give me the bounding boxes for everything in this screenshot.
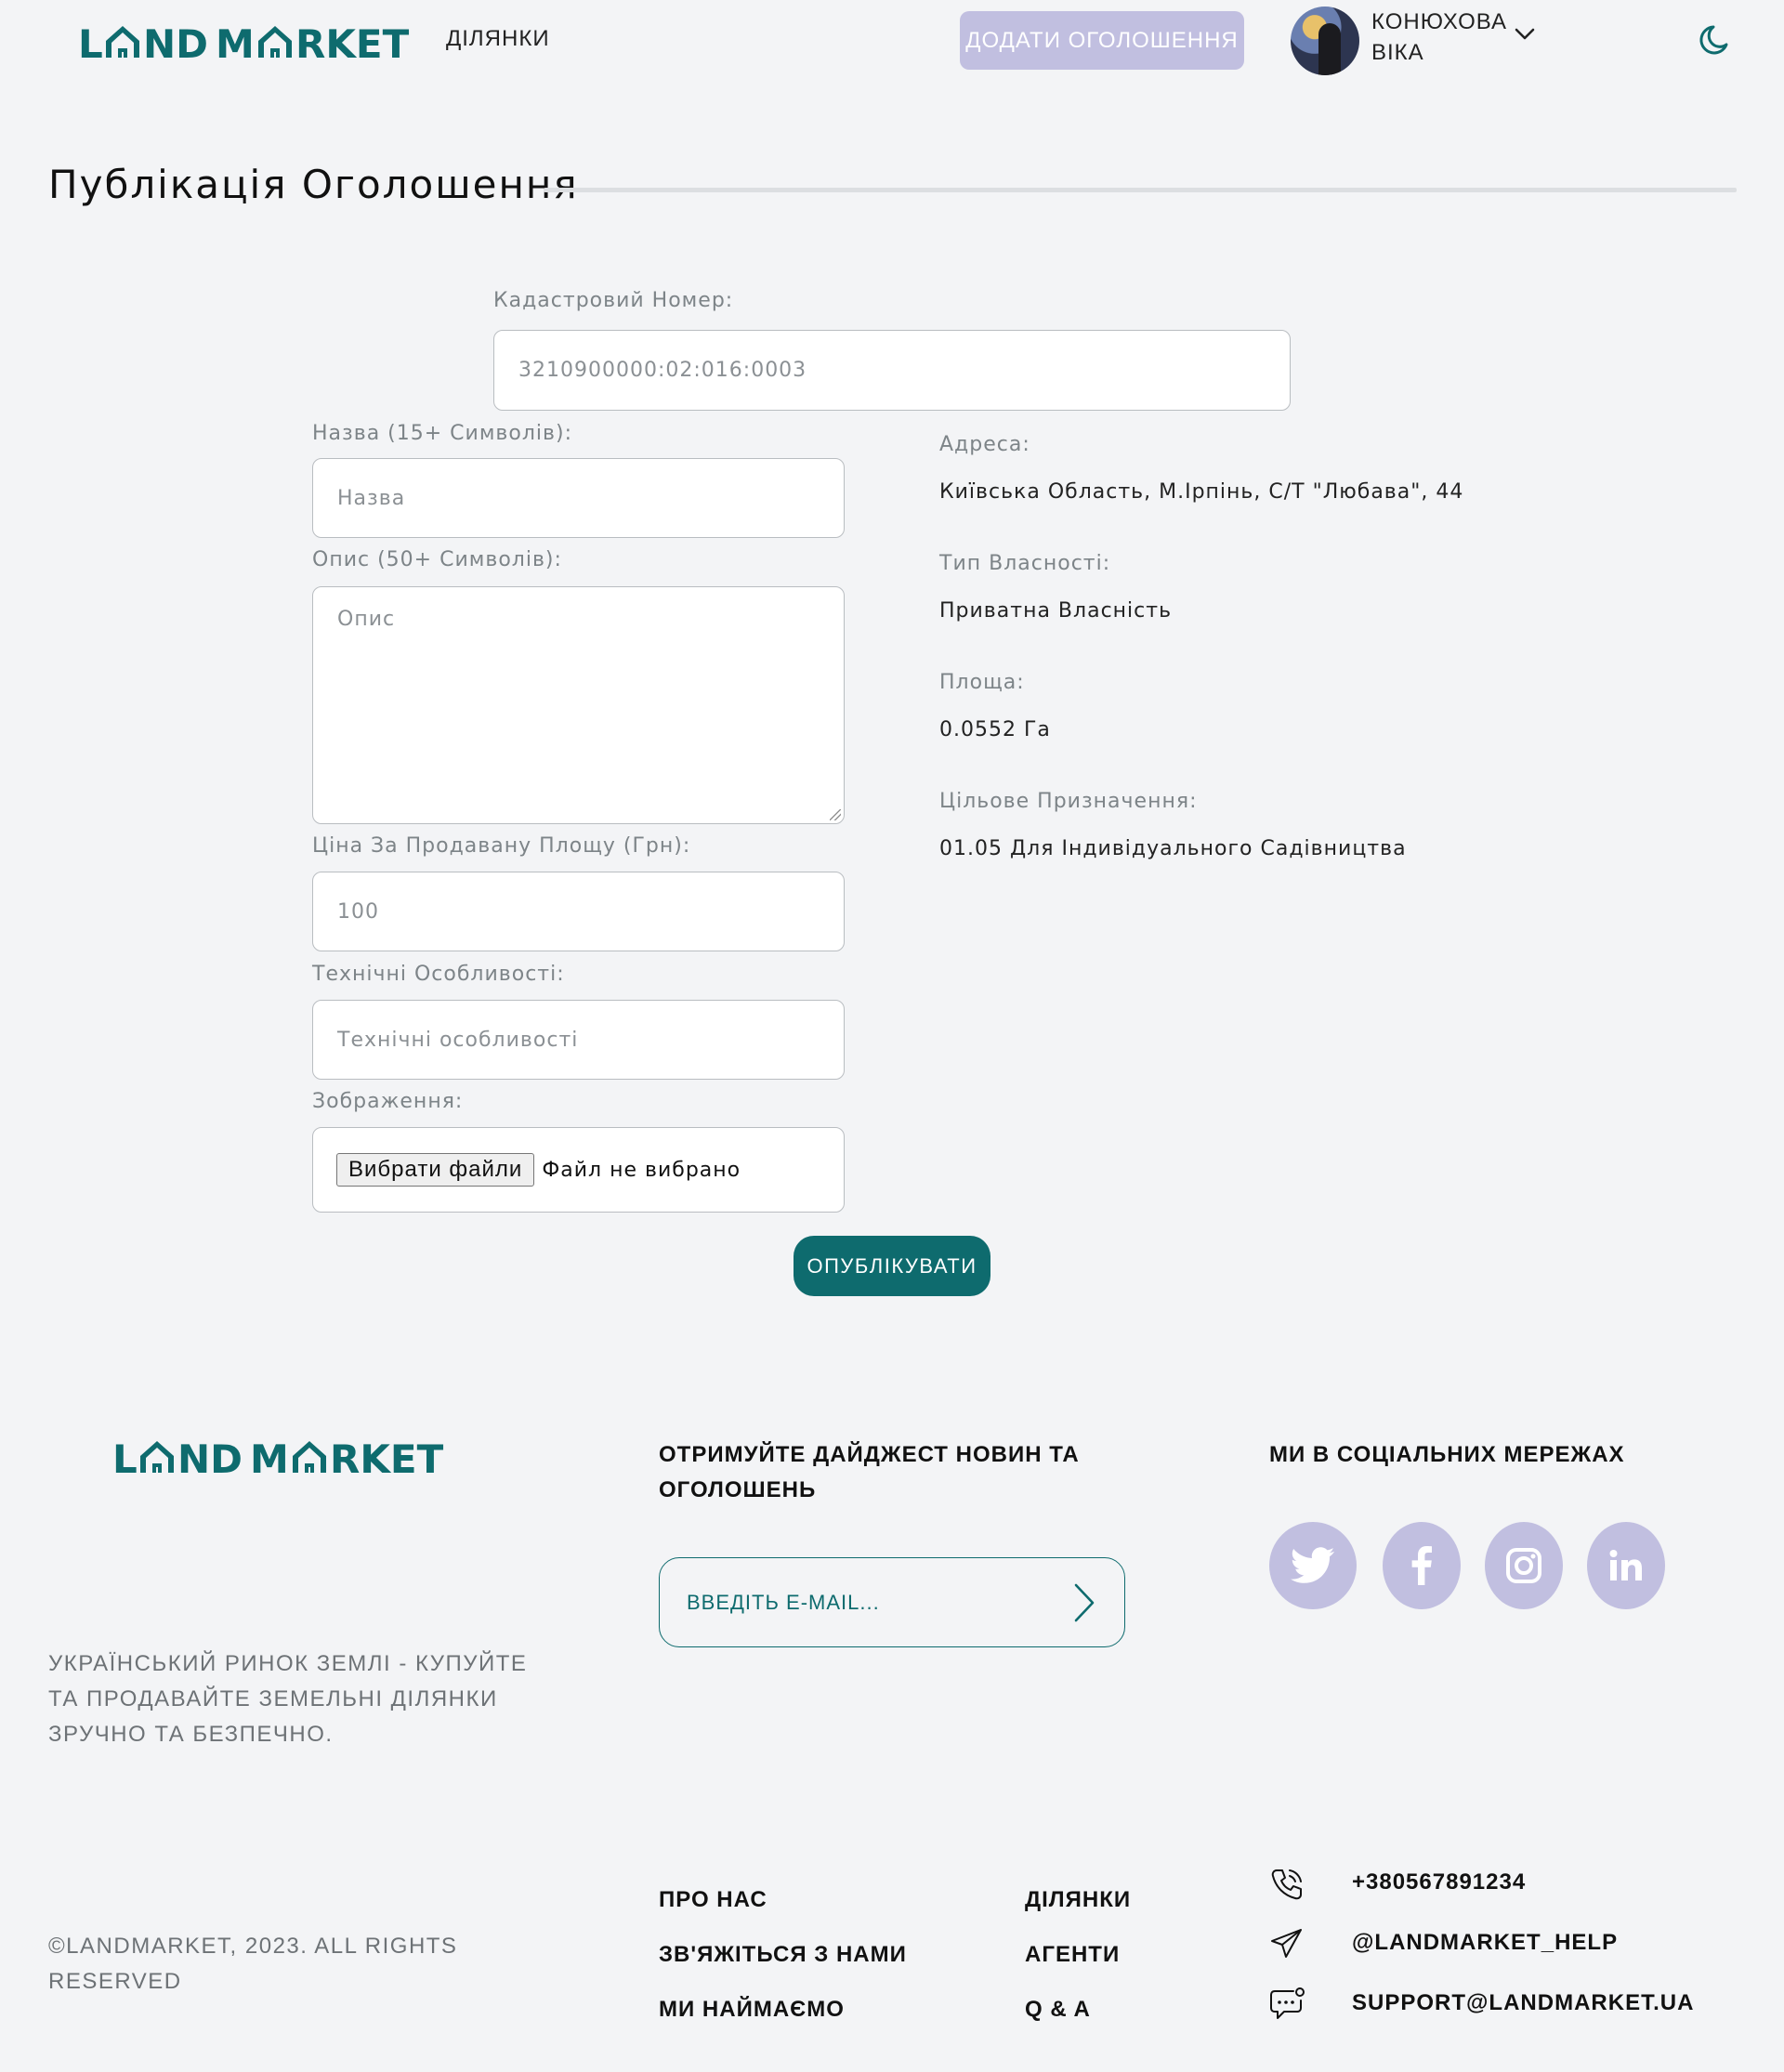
tech-label: Технічні Особливості: (312, 963, 565, 986)
tech-input[interactable]: Технічні особливості (312, 1000, 845, 1080)
twitter-icon (1291, 1547, 1335, 1583)
user-name-first: КОНЮХОВА (1371, 9, 1507, 34)
footer-link-about[interactable]: ПРО НАС (659, 1887, 767, 1913)
svg-text:L: L (112, 1436, 138, 1480)
area-label: Площа: (939, 671, 1025, 694)
linkedin-icon (1609, 1550, 1642, 1580)
cadastral-value: 3210900000:02:016:0003 (518, 359, 807, 382)
user-menu[interactable]: КОНЮХОВА ВІКА (1371, 7, 1507, 68)
price-placeholder: 100 (337, 899, 379, 924)
copyright-line: RESERVED (48, 1969, 182, 1994)
footer-link-contact[interactable]: ЗВ'ЯЖІТЬСЯ З НАМИ (659, 1942, 907, 1968)
land-market-logo: L ND M RKET (78, 21, 410, 65)
footer-tagline: УКРАЇНСЬКИЙ РИНОК ЗЕМЛІ - КУПУЙТЕ ТА ПРО… (48, 1646, 527, 1752)
digest-heading: ОТРИМУЙТЕ ДАЙДЖЕСТ НОВИН ТА ОГОЛОШЕНЬ (659, 1437, 1080, 1508)
purpose-value: 01.05 Для Індивідуального Садівництва (939, 837, 1407, 860)
tagline-line: УКРАЇНСЬКИЙ РИНОК ЗЕМЛІ - КУПУЙТЕ (48, 1651, 528, 1676)
ownership-value: Приватна Власність (939, 599, 1173, 623)
phone-icon (1271, 1869, 1302, 1900)
description-placeholder: Опис (337, 608, 396, 631)
svg-text:M: M (250, 1436, 289, 1480)
footer-link-agents[interactable]: АГЕНТИ (1025, 1942, 1120, 1968)
name-placeholder: Назва (337, 486, 406, 510)
contact-phone[interactable]: +380567891234 (1352, 1869, 1526, 1895)
instagram-button[interactable] (1485, 1522, 1563, 1609)
newsletter-email-input[interactable]: ВВЕДІТЬ E-MAIL... (659, 1557, 1125, 1647)
cadastral-label: Кадастровий Номер: (493, 289, 734, 312)
digest-heading-line: ОГОЛОШЕНЬ (659, 1477, 817, 1502)
instagram-icon (1506, 1548, 1541, 1583)
footer-logo[interactable]: L ND M RKET (112, 1436, 452, 1480)
tagline-line: ЗРУЧНО ТА БЕЗПЕЧНО. (48, 1722, 334, 1747)
chevron-right-icon[interactable] (1072, 1582, 1096, 1623)
facebook-icon (1411, 1546, 1432, 1585)
contact-email[interactable]: SUPPORT@LANDMARKET.UA (1352, 1990, 1694, 2016)
cadastral-input[interactable]: 3210900000:02:016:0003 (493, 330, 1291, 411)
publish-button[interactable]: ОПУБЛІКУВАТИ (794, 1236, 990, 1296)
tagline-line: ТА ПРОДАВАЙТЕ ЗЕМЕЛЬНІ ДІЛЯНКИ (48, 1686, 498, 1711)
page-title: Публікація Оголошення (48, 162, 579, 207)
footer-link-plots[interactable]: ДІЛЯНКИ (1025, 1887, 1131, 1913)
email-placeholder: ВВЕДІТЬ E-MAIL... (687, 1590, 880, 1614)
send-icon (1271, 1929, 1302, 1958)
footer-link-qa[interactable]: Q & A (1025, 1997, 1091, 2023)
chat-icon (1270, 1987, 1305, 2019)
tech-placeholder: Технічні особливості (337, 1028, 579, 1052)
digest-heading-line: ОТРИМУЙТЕ ДАЙДЖЕСТ НОВИН ТА (659, 1442, 1080, 1467)
contact-telegram[interactable]: @LANDMARKET_HELP (1352, 1930, 1618, 1956)
svg-text:RKET: RKET (295, 21, 410, 65)
copyright: ©LANDMARKET, 2023. ALL RIGHTS RESERVED (48, 1929, 457, 2000)
resize-handle[interactable] (830, 809, 841, 820)
name-input[interactable]: Назва (312, 458, 845, 538)
header-logo[interactable]: L ND M RKET (78, 20, 417, 65)
address-label: Адреса: (939, 433, 1030, 456)
add-listing-button[interactable]: ДОДАТИ ОГОЛОШЕННЯ (960, 11, 1244, 70)
nav-plots-link[interactable]: ДІЛЯНКИ (446, 26, 550, 52)
svg-text:M: M (216, 21, 255, 65)
svg-text:ND: ND (143, 21, 208, 65)
twitter-button[interactable] (1269, 1522, 1357, 1609)
file-input[interactable]: Вибрати файли Файл не вибрано (312, 1127, 845, 1213)
svg-text:L: L (78, 21, 103, 65)
title-divider (544, 188, 1737, 192)
svg-text:ND: ND (177, 1436, 243, 1480)
svg-text:RKET: RKET (330, 1436, 444, 1480)
area-value: 0.0552 Га (939, 718, 1051, 741)
images-label: Зображення: (312, 1090, 464, 1113)
name-label: Назва (15+ Символів): (312, 422, 572, 445)
choose-files-button[interactable]: Вибрати файли (336, 1153, 535, 1187)
land-market-logo: L ND M RKET (112, 1436, 444, 1480)
user-name-last: ВІКА (1371, 40, 1424, 65)
price-label: Ціна За Продавану Площу (Грн): (312, 834, 691, 858)
copyright-line: ©LANDMARKET, 2023. ALL RIGHTS (48, 1934, 458, 1959)
social-heading: МИ В СОЦІАЛЬНИХ МЕРЕЖАХ (1269, 1442, 1625, 1467)
avatar[interactable] (1291, 7, 1359, 75)
chevron-down-icon[interactable] (1515, 28, 1535, 41)
description-textarea[interactable]: Опис (312, 586, 845, 824)
price-input[interactable]: 100 (312, 872, 845, 951)
footer-link-careers[interactable]: МИ НАЙМАЄМО (659, 1997, 845, 2023)
ownership-label: Тип Власності: (939, 552, 1111, 575)
file-status: Файл не вибрано (542, 1158, 741, 1182)
facebook-button[interactable] (1383, 1522, 1461, 1609)
description-label: Опис (50+ Символів): (312, 548, 562, 571)
purpose-label: Цільове Призначення: (939, 790, 1198, 813)
linkedin-button[interactable] (1587, 1522, 1665, 1609)
moon-icon[interactable] (1699, 22, 1734, 58)
address-value: Київська Область, М.Ірпінь, С/Т "Любава"… (939, 480, 1464, 504)
